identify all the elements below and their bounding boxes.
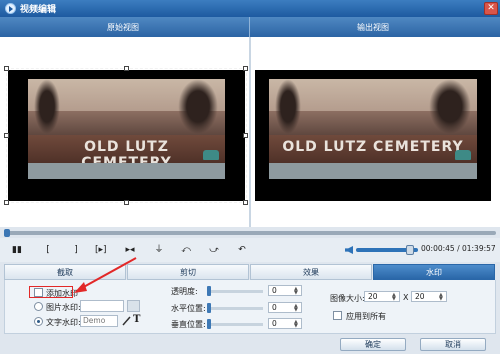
horizontal-position-slider[interactable]: [207, 307, 263, 310]
scene-street: [269, 163, 477, 179]
text-tool-icon[interactable]: T: [133, 314, 140, 325]
text-watermark-radio[interactable]: [34, 317, 43, 326]
transparency-slider[interactable]: [207, 290, 263, 293]
preview-area: OLD LUTZ CEMETERY OLD LUTZ CEMETERY: [0, 37, 500, 227]
spin-arrows-icon[interactable]: ▲ ▼: [294, 320, 300, 329]
volume-knob[interactable]: [405, 245, 414, 255]
vertical-position-knob[interactable]: [207, 319, 211, 329]
text-watermark-label: 文字水印:: [46, 318, 81, 327]
rotate-right-button[interactable]: ⤻: [209, 243, 219, 257]
horizontal-position-spinbox[interactable]: 0 ▲ ▼: [268, 302, 302, 313]
image-watermark-radio[interactable]: [34, 302, 43, 311]
folder-icon[interactable]: [127, 300, 140, 312]
crop-handle[interactable]: [124, 66, 129, 71]
close-button[interactable]: ✕: [484, 2, 498, 15]
horizontal-position-knob[interactable]: [207, 303, 211, 313]
scene-tree: [275, 79, 301, 134]
image-height-value: 20: [415, 292, 425, 301]
crop-handle[interactable]: [243, 133, 248, 138]
volume-icon[interactable]: [345, 246, 353, 254]
crop-handle[interactable]: [4, 66, 9, 71]
apply-all-checkbox[interactable]: [333, 311, 342, 320]
view-header-divider: [249, 17, 250, 37]
crop-selection-border[interactable]: [6, 68, 247, 203]
app-icon: [5, 3, 16, 14]
window-title: 视频编辑: [20, 5, 57, 15]
crop-handle[interactable]: [243, 200, 248, 205]
crop-handle[interactable]: [4, 133, 9, 138]
pen-icon[interactable]: [121, 315, 131, 327]
vertical-position-slider[interactable]: [207, 323, 263, 326]
crop-handle[interactable]: [4, 200, 9, 205]
tab-watermark[interactable]: 水印: [373, 264, 495, 280]
timeline-track[interactable]: [4, 231, 496, 235]
spin-arrows-icon[interactable]: ▲ ▼: [392, 293, 398, 302]
video-scene: OLD LUTZ CEMETERY: [269, 79, 477, 179]
image-size-label: 图像大小:: [330, 294, 365, 303]
time-display: 00:00:45 / 01:39:57: [421, 244, 496, 253]
cancel-button[interactable]: 取消: [420, 338, 486, 351]
text-watermark-input[interactable]: Demo: [80, 315, 118, 327]
scene-car: [454, 150, 471, 160]
transparency-value: 0: [272, 286, 277, 295]
annotation-arrow-icon: [74, 257, 137, 293]
crop-handle[interactable]: [124, 200, 129, 205]
pane-divider: [249, 37, 251, 227]
output-view-label: 输出视图: [357, 23, 389, 32]
crop-handle[interactable]: [243, 66, 248, 71]
vertical-position-value: 0: [272, 319, 277, 328]
title-bar: 视频编辑 ✕: [0, 0, 500, 17]
image-width-value: 20: [368, 292, 378, 301]
rotate-left-button[interactable]: ⤺: [181, 243, 191, 257]
undo-button[interactable]: ↶: [237, 243, 247, 257]
horizontal-position-value: 0: [272, 303, 277, 312]
scene-tree: [429, 79, 471, 134]
pause-button[interactable]: ▮▮: [12, 243, 22, 257]
scene-sign: OLD LUTZ CEMETERY: [282, 139, 464, 155]
transparency-knob[interactable]: [207, 286, 211, 296]
image-height-spinbox[interactable]: 20 ▲ ▼: [411, 291, 447, 302]
spin-arrows-icon[interactable]: ▲ ▼: [294, 287, 300, 296]
highlight-box: [29, 286, 73, 298]
view-header: 原始视图 输出视图: [0, 17, 500, 37]
transparency-label: 透明度:: [171, 287, 198, 296]
mark-in-button[interactable]: [: [43, 243, 53, 257]
horizontal-position-label: 水平位置:: [171, 304, 206, 313]
spin-arrows-icon[interactable]: ▲ ▼: [294, 304, 300, 313]
cut-button[interactable]: ⏚: [154, 243, 164, 257]
vertical-position-label: 垂直位置:: [171, 320, 206, 329]
image-watermark-path[interactable]: [80, 300, 124, 312]
image-watermark-label: 图片水印:: [46, 303, 81, 312]
original-view-label: 原始视图: [107, 23, 139, 32]
output-video-frame: OLD LUTZ CEMETERY: [255, 70, 491, 201]
spin-arrows-icon[interactable]: ▲ ▼: [439, 293, 445, 302]
transparency-spinbox[interactable]: 0 ▲ ▼: [268, 285, 302, 296]
ok-button[interactable]: 确定: [340, 338, 406, 351]
tab-cut[interactable]: 剪切: [127, 264, 249, 280]
timeline-knob[interactable]: [4, 229, 10, 237]
image-width-spinbox[interactable]: 20 ▲ ▼: [364, 291, 400, 302]
apply-all-label: 应用到所有: [346, 312, 386, 321]
image-size-x-label: X: [403, 293, 409, 302]
vertical-position-spinbox[interactable]: 0 ▲ ▼: [268, 318, 302, 329]
tab-effect[interactable]: 效果: [250, 264, 372, 280]
